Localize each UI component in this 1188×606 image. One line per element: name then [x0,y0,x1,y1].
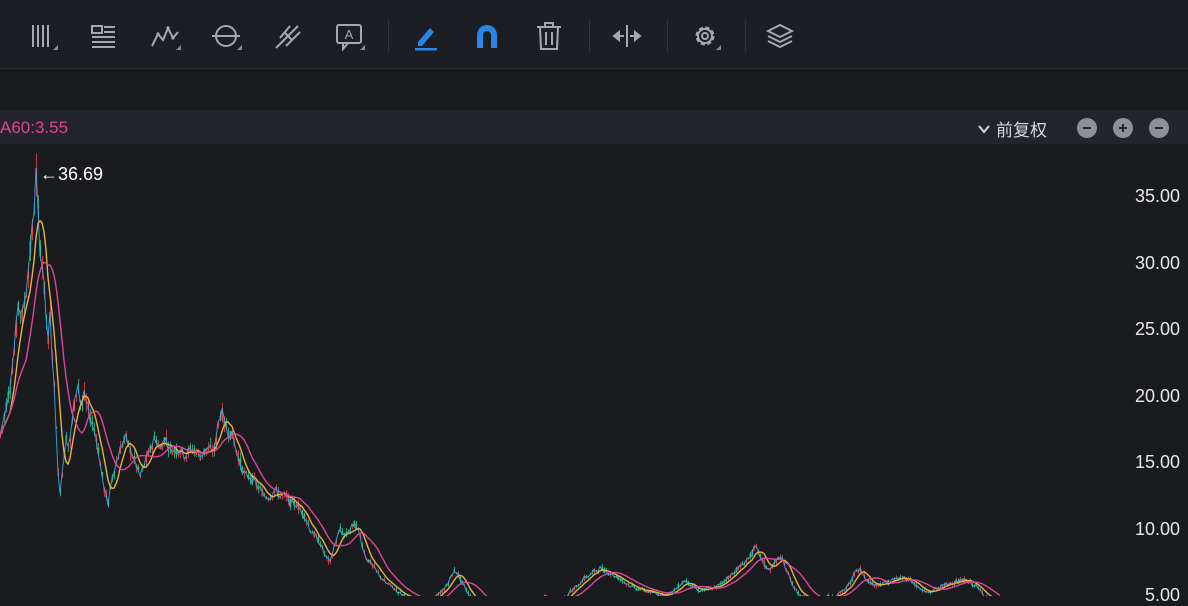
price-chart[interactable] [0,145,1188,596]
ma60-line [0,262,1000,596]
text-annotation-icon[interactable]: A [331,18,367,54]
layers-icon[interactable] [762,18,798,54]
menu-indicator-icon [716,45,721,50]
menu-indicator-icon [237,45,242,50]
y-tick-label: 10.00 [1135,519,1180,540]
menu-indicator-icon [176,45,181,50]
toolbar-divider [745,20,746,52]
drawing-toolbar: A [0,0,1188,69]
fork-icon[interactable] [270,18,306,54]
pen-icon[interactable] [408,18,444,54]
menu-indicator-icon [53,45,58,50]
price-adjust-dropdown[interactable]: 前复权 [976,116,1047,141]
toolbar-divider [667,20,668,52]
y-tick-label: 25.00 [1135,319,1180,340]
polyline-icon[interactable] [147,18,183,54]
candle-body [18,303,20,307]
split-arrows-icon[interactable] [609,18,645,54]
candle-body [78,384,80,385]
svg-text:A: A [345,27,354,42]
price-adjust-label: 前复权 [996,116,1047,141]
menu-indicator-icon [360,45,365,50]
toolbar-divider [388,20,389,52]
circle-icon[interactable] [208,18,244,54]
candle-body [48,337,50,344]
magnet-icon[interactable] [469,18,505,54]
moving-average-lines [0,168,1000,596]
candle-body [22,310,24,321]
candle-body [66,435,68,441]
y-tick-label: 35.00 [1135,186,1180,207]
y-tick-label: 20.00 [1135,386,1180,407]
ma60-value: A60:3.55 [0,118,68,138]
chevron-down-icon [976,121,992,137]
indicator-bar: A60:3.55 前复权 [0,110,1188,144]
chart-header-space [0,69,1188,109]
trash-icon[interactable] [531,18,567,54]
vertical-lines-icon[interactable] [24,18,60,54]
ma-fast-line [0,221,1000,596]
gear-icon[interactable] [687,18,723,54]
plus-circle-icon[interactable] [1113,118,1133,138]
y-tick-label: 30.00 [1135,253,1180,274]
minus-circle-icon[interactable] [1077,118,1097,138]
minus-circle-icon[interactable] [1149,118,1169,138]
price-line [0,168,1000,596]
toolbar-divider [589,20,590,52]
y-tick-label: 15.00 [1135,452,1180,473]
candlestick-series [0,153,1001,596]
text-lines-icon[interactable] [85,18,121,54]
peak-price-label: ←36.69 [40,164,103,185]
